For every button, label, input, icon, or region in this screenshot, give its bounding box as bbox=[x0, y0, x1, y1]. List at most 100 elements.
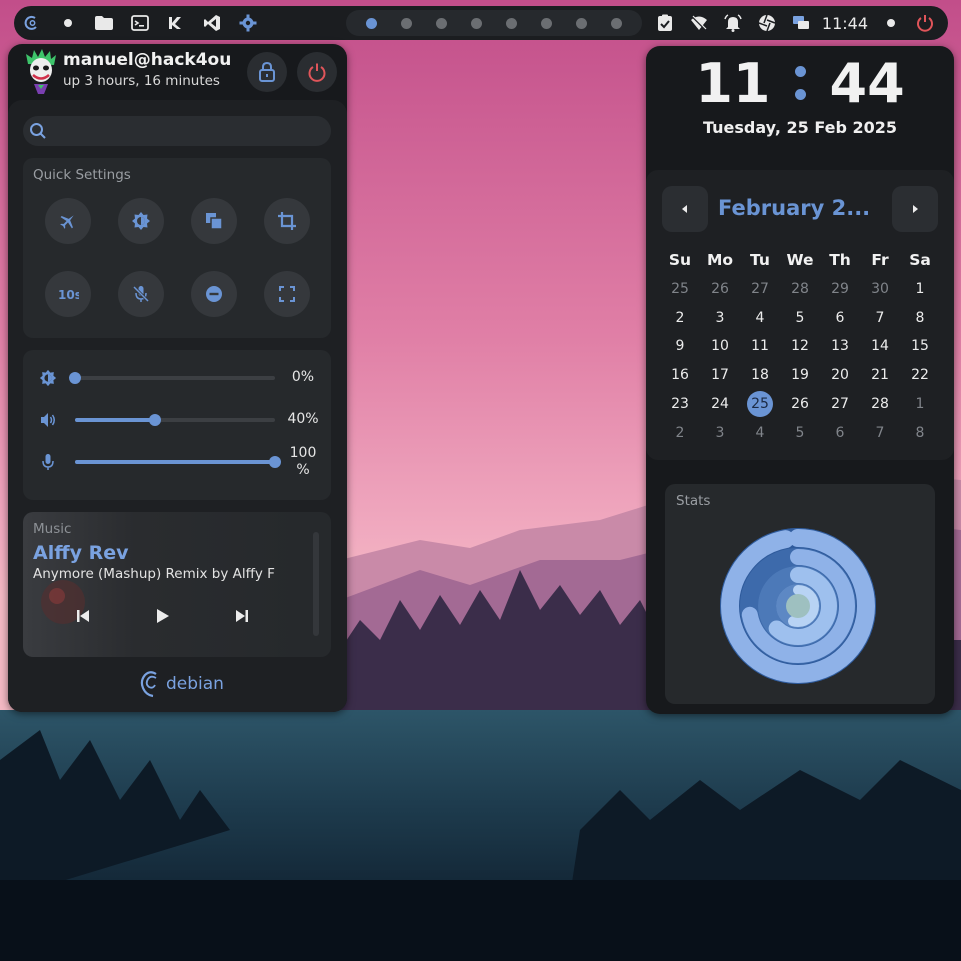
mic-off-icon bbox=[132, 285, 150, 303]
power-icon bbox=[308, 63, 326, 82]
dot-icon[interactable] bbox=[874, 6, 908, 40]
power-icon[interactable] bbox=[908, 6, 942, 40]
calendar-day[interactable]: 15 bbox=[900, 332, 940, 361]
fullscreen-button[interactable] bbox=[264, 271, 310, 317]
editor-icon[interactable] bbox=[158, 6, 194, 40]
search-bar[interactable] bbox=[23, 116, 331, 146]
workspace-8[interactable] bbox=[611, 17, 622, 29]
calendar-day[interactable]: 20 bbox=[820, 361, 860, 390]
calendar-day[interactable]: 27 bbox=[820, 390, 860, 419]
terminal-icon[interactable] bbox=[122, 6, 158, 40]
night-light-button[interactable] bbox=[118, 198, 164, 244]
calendar-day-today[interactable]: 25 bbox=[740, 390, 780, 419]
calendar-day[interactable]: 1 bbox=[900, 275, 940, 304]
calendar-day[interactable]: 25 bbox=[660, 275, 700, 304]
calendar-day[interactable]: 24 bbox=[700, 390, 740, 419]
calendar-day[interactable]: 9 bbox=[660, 332, 700, 361]
calendar-day[interactable]: 2 bbox=[660, 304, 700, 333]
music-player: Music Alffy Rev Anymore (Mashup) Remix b… bbox=[23, 512, 303, 657]
calendar-next-button[interactable] bbox=[892, 186, 938, 232]
screenshot-window-button[interactable] bbox=[191, 198, 237, 244]
calendar-day[interactable]: 7 bbox=[860, 304, 900, 333]
calendar-day[interactable]: 4 bbox=[740, 304, 780, 333]
next-track-button[interactable] bbox=[227, 604, 257, 628]
volume-slider[interactable] bbox=[75, 414, 275, 426]
stats-title: Stats bbox=[676, 493, 711, 509]
calendar-day[interactable]: 21 bbox=[860, 361, 900, 390]
lock-button[interactable] bbox=[247, 52, 287, 92]
search-input[interactable] bbox=[51, 119, 323, 143]
brightness-slider[interactable] bbox=[69, 372, 275, 384]
calendar-day[interactable]: 2 bbox=[660, 419, 700, 448]
calendar-day[interactable]: 7 bbox=[860, 419, 900, 448]
calendar-day[interactable]: 10 bbox=[700, 332, 740, 361]
calendar-month-title[interactable]: February 2... bbox=[718, 196, 878, 220]
calendar-day[interactable]: 26 bbox=[780, 390, 820, 419]
calendar-day[interactable]: 23 bbox=[660, 390, 700, 419]
workspace-7[interactable] bbox=[576, 17, 587, 29]
calendar-day[interactable]: 8 bbox=[900, 419, 940, 448]
do-not-disturb-button[interactable] bbox=[191, 271, 237, 317]
airplane-icon bbox=[60, 215, 74, 229]
debian-menu-icon[interactable] bbox=[14, 6, 50, 40]
volume-slider-knob[interactable] bbox=[149, 414, 161, 426]
calendar-day[interactable]: 14 bbox=[860, 332, 900, 361]
calendar-day[interactable]: 28 bbox=[780, 275, 820, 304]
calendar-day[interactable]: 17 bbox=[700, 361, 740, 390]
calendar-day[interactable]: 11 bbox=[740, 332, 780, 361]
calendar-day[interactable]: 18 bbox=[740, 361, 780, 390]
calendar-day[interactable]: 28 bbox=[860, 390, 900, 419]
calendar-day[interactable]: 13 bbox=[820, 332, 860, 361]
calendar-day[interactable]: 30 bbox=[860, 275, 900, 304]
vscode-icon[interactable] bbox=[194, 6, 230, 40]
calendar-day[interactable]: 5 bbox=[780, 304, 820, 333]
calendar-day[interactable]: 3 bbox=[700, 419, 740, 448]
weekday-header: Sa bbox=[909, 251, 931, 269]
power-button[interactable] bbox=[297, 52, 337, 92]
calendar-day[interactable]: 12 bbox=[780, 332, 820, 361]
calendar-day[interactable]: 29 bbox=[820, 275, 860, 304]
play-button[interactable] bbox=[147, 604, 177, 628]
tray-time[interactable]: 11:44 bbox=[818, 14, 874, 33]
microphone-slider[interactable] bbox=[75, 456, 281, 468]
brightness-slider-knob[interactable] bbox=[69, 372, 81, 384]
debian-swirl-icon bbox=[140, 671, 157, 698]
airplane-mode-button[interactable] bbox=[45, 198, 91, 244]
mute-microphone-button[interactable] bbox=[118, 271, 164, 317]
dot-icon[interactable] bbox=[50, 6, 86, 40]
workspace-4[interactable] bbox=[471, 17, 482, 29]
microphone-slider-knob[interactable] bbox=[269, 456, 281, 468]
debian-logo: debian bbox=[140, 670, 224, 698]
calendar-day[interactable]: 6 bbox=[820, 304, 860, 333]
clipboard-check-icon[interactable] bbox=[648, 6, 682, 40]
calendar-day[interactable]: 19 bbox=[780, 361, 820, 390]
folder-icon[interactable] bbox=[86, 6, 122, 40]
screenshot-region-button[interactable] bbox=[264, 198, 310, 244]
calendar-day[interactable]: 3 bbox=[700, 304, 740, 333]
fullscreen-icon bbox=[279, 286, 295, 302]
calendar-day[interactable]: 1 bbox=[900, 390, 940, 419]
calendar-day[interactable]: 8 bbox=[900, 304, 940, 333]
workspace-3[interactable] bbox=[436, 17, 447, 29]
settings-gear-icon[interactable] bbox=[230, 6, 266, 40]
timer-10s-button[interactable]: 10s bbox=[45, 271, 91, 317]
workspace-6[interactable] bbox=[541, 17, 552, 29]
music-scrollbar[interactable] bbox=[313, 532, 319, 636]
calendar-day[interactable]: 27 bbox=[740, 275, 780, 304]
microphone-value: 100 % bbox=[289, 445, 317, 478]
workspace-5[interactable] bbox=[506, 17, 517, 29]
workspace-1[interactable] bbox=[366, 17, 377, 29]
windows-icon[interactable] bbox=[784, 6, 818, 40]
calendar-day[interactable]: 4 bbox=[740, 419, 780, 448]
previous-track-button[interactable] bbox=[68, 604, 98, 628]
calendar-day[interactable]: 6 bbox=[820, 419, 860, 448]
calendar-day[interactable]: 26 bbox=[700, 275, 740, 304]
workspace-2[interactable] bbox=[401, 17, 412, 29]
calendar-day[interactable]: 16 bbox=[660, 361, 700, 390]
calendar-day[interactable]: 22 bbox=[900, 361, 940, 390]
aperture-icon[interactable] bbox=[750, 6, 784, 40]
wifi-off-icon[interactable] bbox=[682, 6, 716, 40]
calendar-prev-button[interactable] bbox=[662, 186, 708, 232]
alarm-bell-icon[interactable] bbox=[716, 6, 750, 40]
calendar-day[interactable]: 5 bbox=[780, 419, 820, 448]
